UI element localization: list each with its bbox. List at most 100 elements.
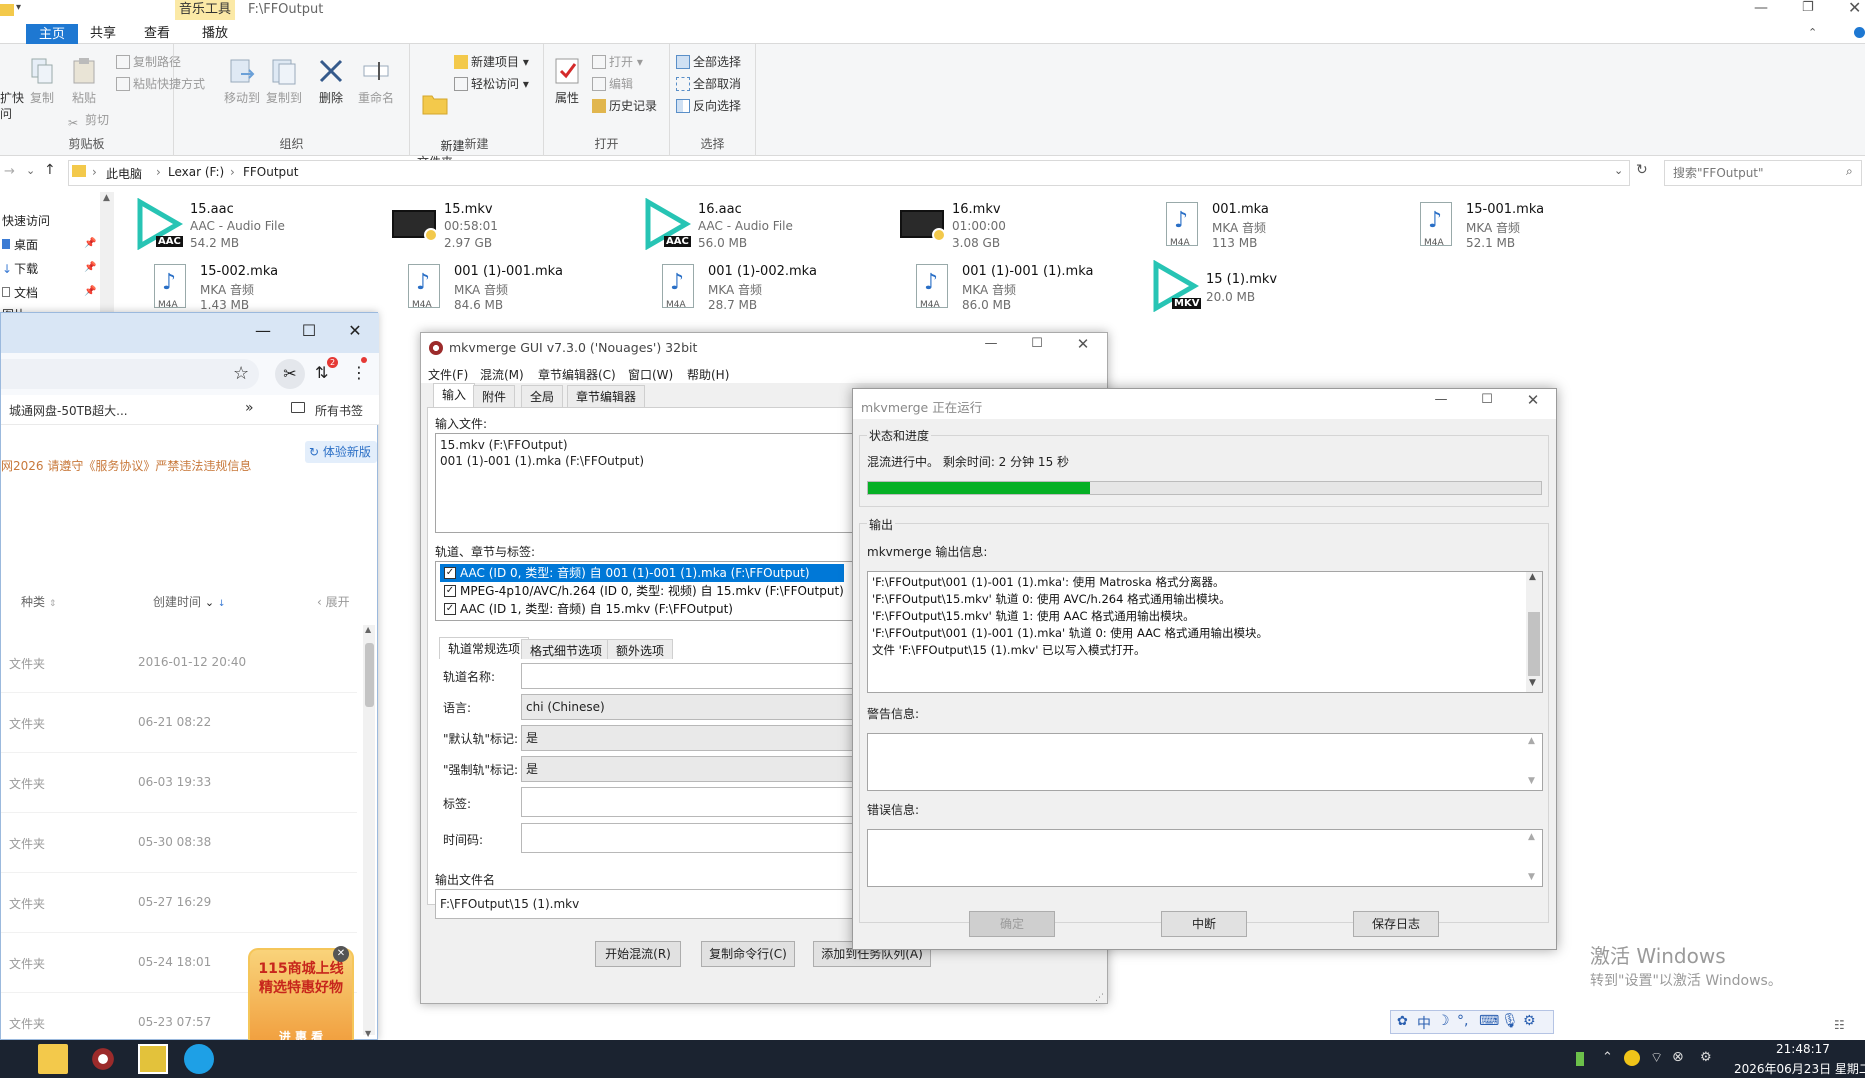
tab-attachments[interactable]: 附件 (473, 385, 516, 407)
resize-grip-icon[interactable]: ⋰ (1095, 993, 1104, 1003)
collapse-ribbon-icon[interactable]: ⌃ (1808, 26, 1817, 39)
abort-button[interactable]: 中断 (1161, 911, 1247, 937)
menu-help[interactable]: 帮助(H) (687, 366, 729, 383)
close-icon[interactable]: ✕ (1513, 391, 1553, 409)
new-version-button[interactable]: ↻ 体验新版 (305, 441, 377, 463)
sort-icon[interactable]: ⇅ (315, 363, 328, 382)
file-item[interactable]: MKV 15 (1).mkv 20.0 MB (1150, 258, 1400, 316)
easy-access-button[interactable]: 轻松访问 ▾ (454, 76, 529, 92)
ime-punctuation-icon[interactable]: °, (1457, 1013, 1468, 1029)
close-icon[interactable]: ✕ (335, 321, 375, 340)
timecode-input[interactable] (521, 823, 861, 853)
start-mux-button[interactable]: 开始混流(R) (595, 941, 681, 967)
nav-scrollbar[interactable] (100, 192, 114, 312)
close-icon[interactable]: ✕ (1848, 0, 1861, 17)
table-row[interactable]: 文件夹 05-30 08:38 (1, 813, 357, 873)
url-bar[interactable] (1, 359, 259, 389)
output-log-textarea[interactable]: 'F:\FFOutput\001 (1)-001 (1).mka': 使用 Ma… (867, 571, 1543, 693)
back-arrow-icon[interactable]: → (4, 164, 15, 179)
promo-ad-banner[interactable]: 115商城上线 精选特惠好物 进 惠 看 (248, 948, 354, 1052)
tab-input[interactable]: 输入 (433, 383, 476, 407)
pin-icon[interactable]: 📌 (84, 262, 96, 273)
file-item[interactable]: AAC 15.aac AAC - Audio File 54.2 MB (134, 196, 384, 254)
table-row[interactable]: 文件夹 06-03 19:33 (1, 753, 357, 813)
view-details-icon[interactable]: ☷ (1834, 1018, 1845, 1032)
volume-muted-icon[interactable]: ⊗ (1672, 1049, 1684, 1065)
rename-button[interactable]: 重命名 (354, 56, 398, 106)
maximize-icon[interactable]: ☐ (1467, 392, 1507, 407)
history-button[interactable]: 历史记录 (592, 98, 657, 114)
nav-downloads[interactable]: ↓ 下载 (2, 260, 38, 277)
file-item[interactable]: AAC 16.aac AAC - Audio File 56.0 MB (642, 196, 892, 254)
tab-play[interactable]: 播放 (190, 24, 240, 44)
maximize-icon[interactable]: ☐ (289, 321, 329, 340)
copy-command-button[interactable]: 复制命令行(C) (701, 941, 795, 967)
address-dropdown-icon[interactable]: ⌄ (1614, 164, 1623, 177)
new-item-button[interactable]: 新建项目 ▾ (454, 54, 529, 70)
tab-global[interactable]: 全局 (521, 385, 564, 407)
minimize-icon[interactable]: — (971, 336, 1011, 351)
nav-desktop[interactable]: 桌面 (2, 236, 38, 253)
delete-button[interactable]: 删除 (314, 56, 348, 106)
tab-home[interactable]: 主页 (26, 24, 79, 45)
recent-locations-icon[interactable]: ⌄ (26, 164, 35, 177)
mkvtoolnix-taskbar-icon[interactable] (138, 1044, 168, 1074)
file-item[interactable]: ♪ M4A 001 (1)-001.mka MKA 音频 84.6 MB (398, 258, 648, 316)
input-file-item[interactable]: 15.mkv (F:\FFOutput) (440, 438, 568, 452)
scroll-up-icon[interactable]: ▲ (103, 193, 110, 203)
star-icon[interactable]: ☆ (233, 363, 249, 384)
ime-chinese-mode-icon[interactable]: 中 (1417, 1013, 1431, 1033)
menu-mux[interactable]: 混流(M) (480, 366, 524, 383)
move-to-button[interactable]: 移动到 (222, 56, 262, 106)
battery-icon[interactable] (1576, 1052, 1584, 1066)
file-item[interactable]: ♪ M4A 15-001.mka MKA 音频 52.1 MB (1410, 196, 1660, 254)
expand-button[interactable]: ‹ 展开 (317, 593, 350, 610)
cut-button[interactable]: ✂ 剪切 (68, 112, 109, 130)
browser-taskbar-icon[interactable] (184, 1044, 214, 1074)
pin-icon[interactable]: 📌 (84, 286, 96, 297)
select-none-button[interactable]: 全部取消 (676, 76, 741, 92)
mkvmerge-taskbar-icon[interactable] (88, 1044, 118, 1074)
input-files-list[interactable]: 15.mkv (F:\FFOutput) 001 (1)-001 (1).mka… (435, 433, 855, 533)
pin-quick-access-button[interactable]: 扩快 问 (0, 90, 24, 122)
file-item[interactable]: 15.mkv 00:58:01 2.97 GB (388, 196, 638, 254)
file-explorer-taskbar-icon[interactable] (38, 1044, 68, 1074)
table-row[interactable]: 文件夹 06-21 08:22 (1, 693, 357, 753)
forced-flag-select[interactable]: 是 (521, 756, 861, 782)
up-arrow-icon[interactable]: ↑ (44, 162, 56, 178)
subtab-format[interactable]: 格式细节选项 (521, 639, 612, 659)
column-type-header[interactable]: 种类 ⇕ (21, 593, 56, 610)
default-flag-select[interactable]: 是 (521, 725, 861, 751)
file-item[interactable]: ♪ M4A 001 (1)-002.mka MKA 音频 28.7 MB (652, 258, 902, 316)
invert-selection-button[interactable]: 反向选择 (676, 98, 741, 114)
refresh-icon[interactable]: ↻ (1636, 162, 1648, 178)
nav-documents[interactable]: 文档 (2, 284, 38, 301)
file-item[interactable]: ♪ M4A 001 (1)-001 (1).mka MKA 音频 86.0 MB (906, 258, 1156, 316)
track-name-input[interactable] (521, 663, 861, 689)
properties-button[interactable]: 属性 (550, 56, 584, 106)
pin-icon[interactable]: 📌 (84, 238, 96, 249)
subtab-general[interactable]: 轨道常规选项 (439, 637, 530, 659)
tab-chapter-editor[interactable]: 章节编辑器 (567, 385, 646, 407)
warnings-textarea[interactable]: ▲ ▼ (867, 733, 1543, 791)
menu-dots-icon[interactable]: ⋮ (351, 363, 367, 382)
track-checkbox[interactable]: ✓ (444, 585, 456, 597)
restore-icon[interactable]: ❐ (1802, 0, 1814, 15)
input-file-item[interactable]: 001 (1)-001 (1).mka (F:\FFOutput) (440, 454, 644, 468)
music-tools-context-tab[interactable]: 音乐工具 (175, 0, 235, 20)
maximize-icon[interactable]: ☐ (1017, 336, 1057, 351)
scroll-up-icon[interactable]: ▲ (365, 625, 371, 634)
show-hidden-icons[interactable]: ⌃ (1602, 1050, 1613, 1065)
clock-time[interactable]: 21:48:17 (1776, 1042, 1830, 1056)
column-created-header[interactable]: 创建时间 ⌄ ↓ (153, 593, 225, 610)
open-button[interactable]: 打开 ▾ (592, 54, 643, 70)
bookmark-item[interactable]: 城通网盘-50TB超大... (9, 402, 128, 419)
breadcrumb-this-pc[interactable]: 此电脑 (106, 165, 142, 182)
close-icon[interactable]: ✕ (1063, 335, 1103, 353)
minimize-icon[interactable]: — (243, 321, 283, 340)
scissors-icon[interactable]: ✂ (275, 359, 305, 389)
save-log-button[interactable]: 保存日志 (1353, 911, 1439, 937)
ime-settings-icon[interactable]: ⚙ (1523, 1013, 1536, 1029)
scroll-up-icon[interactable]: ▲ (1528, 832, 1535, 842)
tracks-list[interactable]: ✓ AAC (ID 0, 类型: 音频) 自 001 (1)-001 (1).mk… (435, 561, 855, 621)
